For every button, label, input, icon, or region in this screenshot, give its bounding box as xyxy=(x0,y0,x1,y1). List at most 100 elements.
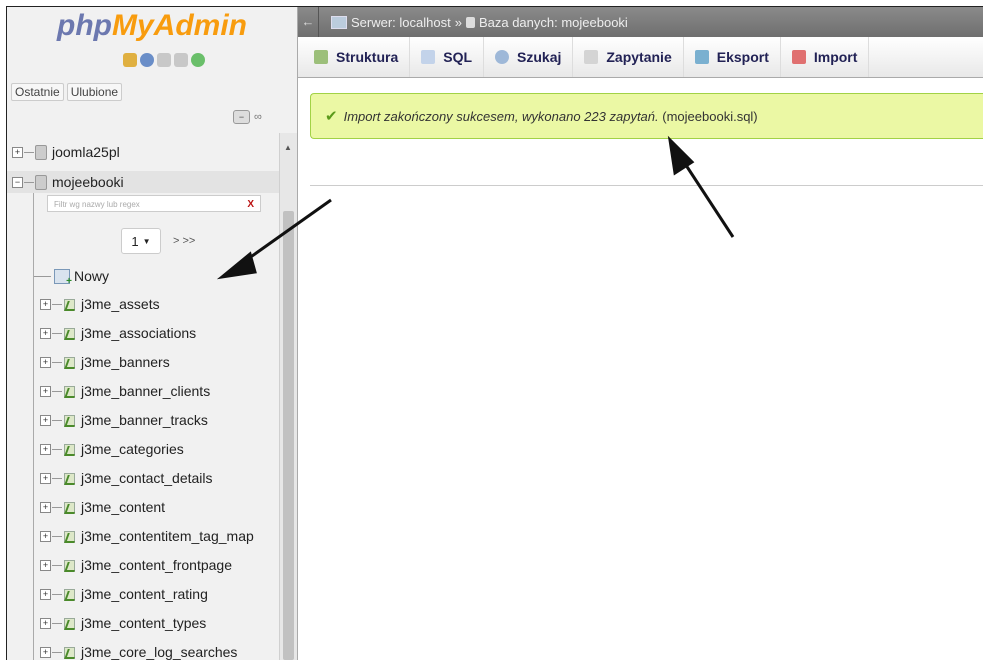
table-name[interactable]: j3me_contact_details xyxy=(81,470,213,486)
table-structure-icon[interactable] xyxy=(63,356,76,369)
table-structure-icon[interactable] xyxy=(63,501,76,514)
scroll-up-arrow-icon[interactable]: ▲ xyxy=(284,143,292,152)
tree-db-joomla25pl[interactable]: + joomla25pl xyxy=(7,141,120,163)
tree-controls: − ∞ xyxy=(233,110,262,124)
expand-icon[interactable]: + xyxy=(12,146,23,158)
tab-recent[interactable]: Ostatnie xyxy=(11,83,64,101)
db-name[interactable]: mojeebooki xyxy=(52,174,124,190)
table-structure-icon[interactable] xyxy=(63,327,76,340)
table-structure-icon[interactable] xyxy=(63,443,76,456)
page-select[interactable]: 1 ▼ xyxy=(121,228,161,254)
logout-icon[interactable] xyxy=(140,53,154,67)
chevron-down-icon: ▼ xyxy=(142,236,151,246)
divider xyxy=(310,185,983,186)
table-item[interactable]: + j3me_content_types xyxy=(7,610,279,636)
table-item[interactable]: + j3me_core_log_searches xyxy=(7,639,279,660)
expand-icon[interactable]: + xyxy=(40,327,51,339)
breadcrumb-bar: ← Serwer: localhost » Baza danych: mojee… xyxy=(298,7,983,37)
table-structure-icon[interactable] xyxy=(63,472,76,485)
database-icon xyxy=(35,174,47,190)
expand-icon[interactable]: + xyxy=(40,443,51,455)
database-icon xyxy=(465,16,475,28)
table-structure-icon[interactable] xyxy=(63,559,76,572)
table-structure-icon[interactable] xyxy=(63,385,76,398)
table-structure-icon[interactable] xyxy=(63,588,76,601)
table-name[interactable]: j3me_contentitem_tag_map xyxy=(81,528,254,544)
collapse-icon[interactable]: − xyxy=(12,176,23,188)
expand-icon[interactable]: + xyxy=(40,385,51,397)
table-item[interactable]: + j3me_banner_clients xyxy=(7,378,279,404)
table-item[interactable]: + j3me_contact_details xyxy=(7,465,279,491)
expand-icon[interactable]: + xyxy=(40,559,51,571)
clear-filter-icon[interactable]: X xyxy=(247,196,254,213)
success-text: Import zakończony sukcesem, wykonano 223… xyxy=(343,108,659,124)
table-item[interactable]: + j3me_associations xyxy=(7,320,279,346)
tab-structure[interactable]: Struktura xyxy=(298,37,411,77)
tab-search[interactable]: Szukaj xyxy=(484,37,574,77)
expand-icon[interactable]: + xyxy=(40,501,51,513)
table-item[interactable]: + j3me_content_frontpage xyxy=(7,552,279,578)
table-structure-icon[interactable] xyxy=(63,414,76,427)
logo-icon-bar xyxy=(123,53,205,71)
table-name[interactable]: j3me_associations xyxy=(81,325,196,341)
success-message: ✔ Import zakończony sukcesem, wykonano 2… xyxy=(310,93,983,139)
table-name[interactable]: j3me_assets xyxy=(81,296,160,312)
new-table-item[interactable]: Nowy xyxy=(7,263,279,289)
table-item[interactable]: + j3me_banners xyxy=(7,349,279,375)
table-structure-icon[interactable] xyxy=(63,530,76,543)
table-name[interactable]: j3me_content_types xyxy=(81,615,206,631)
database-tree: + joomla25pl − mojeebooki Filtr wg nazwy l… xyxy=(7,133,279,660)
tab-export[interactable]: Eksport xyxy=(684,37,781,77)
table-item[interactable]: + j3me_contentitem_tag_map xyxy=(7,523,279,549)
table-name[interactable]: j3me_content_rating xyxy=(81,586,208,602)
docs-icon[interactable] xyxy=(157,53,171,67)
table-name[interactable]: j3me_banners xyxy=(81,354,170,370)
table-structure-icon[interactable] xyxy=(63,617,76,630)
phpmyadmin-logo[interactable]: phpMyAdmin xyxy=(7,9,297,43)
expand-icon[interactable]: + xyxy=(40,530,51,542)
tab-favorites[interactable]: Ulubione xyxy=(66,83,123,101)
table-name[interactable]: j3me_content_frontpage xyxy=(81,557,232,573)
table-item[interactable]: + j3me_content xyxy=(7,494,279,520)
table-filter-input[interactable]: Filtr wg nazwy lub regex X xyxy=(47,195,261,212)
reload-icon[interactable] xyxy=(191,53,205,67)
table-item[interactable]: + j3me_banner_tracks xyxy=(7,407,279,433)
tab-sql[interactable]: SQL xyxy=(410,37,485,77)
expand-icon[interactable]: + xyxy=(40,414,51,426)
sql-icon xyxy=(421,50,436,64)
expand-icon[interactable]: + xyxy=(40,617,51,629)
structure-icon xyxy=(314,50,328,64)
table-item[interactable]: + j3me_categories xyxy=(7,436,279,462)
table-structure-icon[interactable] xyxy=(63,646,76,659)
table-name[interactable]: j3me_content xyxy=(81,499,165,515)
navigation-sidebar: phpMyAdmin Ostatnie Ulubione − ∞ + joomla… xyxy=(7,7,298,660)
table-structure-icon[interactable] xyxy=(63,298,76,311)
next-page-link[interactable]: > >> xyxy=(173,235,195,247)
tree-db-mojeebooki[interactable]: − mojeebooki xyxy=(7,171,279,193)
collapse-sidebar-arrow-icon[interactable]: ← xyxy=(298,7,319,37)
expand-icon[interactable]: + xyxy=(40,588,51,600)
table-name[interactable]: j3me_core_log_searches xyxy=(81,644,237,660)
collapse-all-icon[interactable]: − xyxy=(233,110,250,124)
breadcrumb-database[interactable]: Baza danych: mojeebooki xyxy=(479,15,628,30)
sql-docs-icon[interactable] xyxy=(174,53,188,67)
table-name[interactable]: j3me_banner_tracks xyxy=(81,412,208,428)
expand-icon[interactable]: + xyxy=(40,356,51,368)
expand-icon[interactable]: + xyxy=(40,298,51,310)
expand-icon[interactable]: + xyxy=(40,472,51,484)
expand-icon[interactable]: + xyxy=(40,646,51,658)
scroll-thumb[interactable] xyxy=(283,211,294,660)
home-icon[interactable] xyxy=(123,53,137,67)
sidebar-scrollbar[interactable]: ▲ xyxy=(279,133,297,660)
breadcrumb-server[interactable]: Serwer: localhost xyxy=(351,15,451,30)
table-item[interactable]: + j3me_assets xyxy=(7,291,279,317)
tab-import[interactable]: Import xyxy=(781,37,870,77)
tab-query[interactable]: Zapytanie xyxy=(573,37,684,77)
table-name[interactable]: j3me_banner_clients xyxy=(81,383,210,399)
new-table-icon xyxy=(54,268,72,287)
table-item[interactable]: + j3me_content_rating xyxy=(7,581,279,607)
link-icon[interactable]: ∞ xyxy=(254,111,262,123)
db-name[interactable]: joomla25pl xyxy=(52,144,120,160)
table-name[interactable]: j3me_categories xyxy=(81,441,184,457)
tree-pager: 1 ▼ > >> xyxy=(121,228,195,254)
